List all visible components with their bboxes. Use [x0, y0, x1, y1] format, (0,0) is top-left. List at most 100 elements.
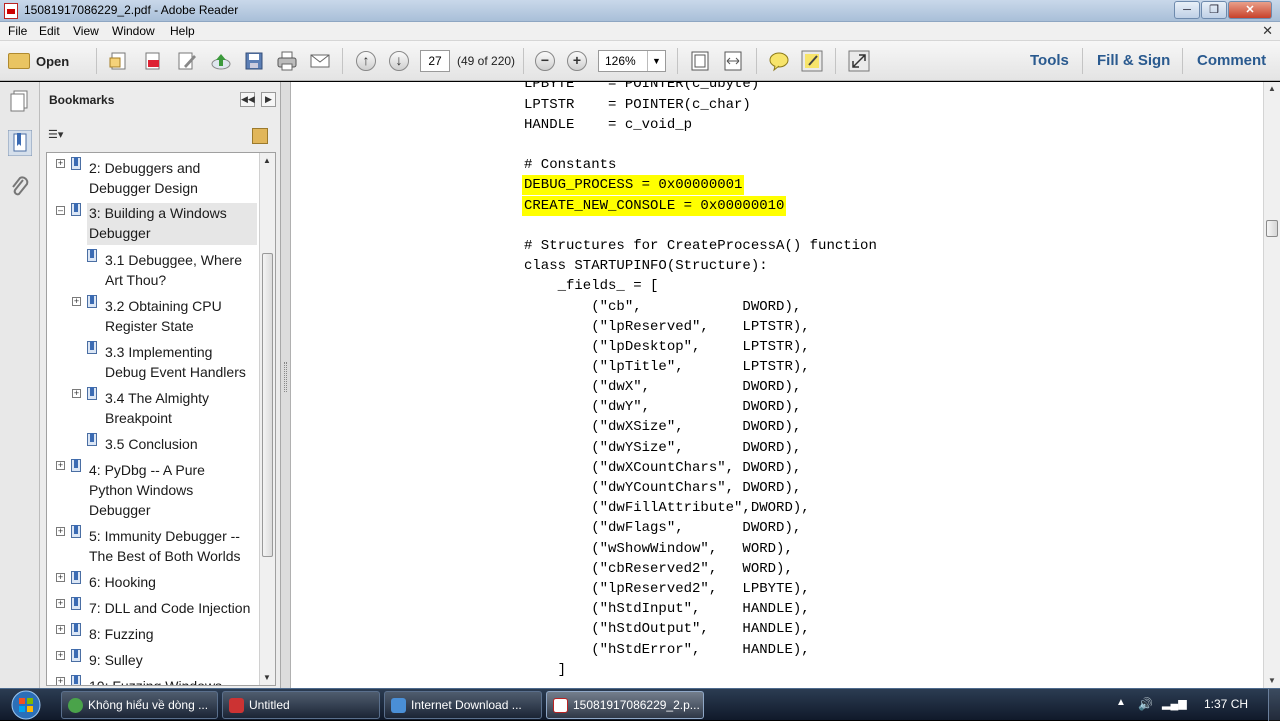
menu-help[interactable]: Help	[170, 24, 195, 38]
bookmark-item[interactable]: 8: Fuzzing	[89, 624, 154, 644]
bookmarks-panel-icon[interactable]	[8, 130, 32, 156]
highlight-text-icon[interactable]	[801, 50, 823, 72]
network-signal-icon[interactable]: ▂▄▆	[1162, 697, 1187, 710]
minimize-button[interactable]: ─	[1174, 1, 1200, 19]
windows-start-icon[interactable]	[8, 690, 44, 720]
bookmark-item[interactable]: 9: Sulley	[89, 650, 143, 670]
menu-view[interactable]: View	[73, 24, 99, 38]
panel-splitter[interactable]	[281, 82, 291, 688]
bookmark-label: 9: Sulley	[89, 652, 143, 668]
fit-page-icon[interactable]	[689, 50, 711, 72]
bookmark-item[interactable]: 10: Fuzzing Windows	[89, 676, 222, 685]
bookmark-item[interactable]: 2: Debuggers and Debugger Design	[89, 158, 200, 198]
email-icon[interactable]	[309, 50, 331, 72]
find-bookmark-icon[interactable]	[252, 128, 268, 144]
chevron-down-icon[interactable]: ▼	[647, 51, 665, 71]
bookmark-item[interactable]: 5: Immunity Debugger -- The Best of Both…	[89, 526, 240, 566]
bookmark-label: Register State	[105, 318, 194, 334]
show-hidden-icons-icon[interactable]: ▲	[1116, 697, 1126, 708]
bookmark-item-selected[interactable]: 3: Building a Windows Debugger	[87, 203, 257, 245]
taskbar-button-active[interactable]: 15081917086229_2.p...	[546, 691, 704, 719]
bookmark-item[interactable]: 3.3 Implementing Debug Event Handlers	[105, 342, 246, 382]
edit-pdf-icon[interactable]	[176, 50, 198, 72]
expand-toggle[interactable]: +	[56, 677, 65, 685]
page-thumbnails-icon[interactable]	[8, 88, 32, 114]
code-line: ("lpReserved2", LPBYTE),	[524, 581, 810, 597]
clock[interactable]: 1:37 CH	[1204, 697, 1248, 711]
taskbar-button[interactable]: Không hiểu về dòng ...	[61, 691, 218, 719]
upload-cloud-icon[interactable]	[210, 50, 232, 72]
scroll-down-arrow-icon[interactable]: ▼	[1268, 676, 1276, 685]
scroll-up-arrow-icon[interactable]: ▲	[1268, 84, 1276, 93]
save-icon[interactable]	[243, 50, 265, 72]
expand-toggle[interactable]: +	[72, 389, 81, 398]
expand-toggle[interactable]: +	[56, 159, 65, 168]
bookmarks-scrollbar[interactable]: ▲ ▼	[259, 153, 275, 685]
bookmark-item[interactable]: 3.1 Debuggee, Where Art Thou?	[105, 250, 242, 290]
print-icon[interactable]	[276, 50, 298, 72]
menu-file[interactable]: File	[8, 24, 27, 38]
close-document-icon[interactable]: ✕	[1262, 23, 1273, 39]
expand-panel-icon[interactable]: ▶	[261, 92, 276, 107]
bookmark-item[interactable]: 3.4 The Almighty Breakpoint	[105, 388, 209, 428]
scroll-up-arrow-icon[interactable]: ▲	[263, 156, 271, 165]
code-line: ("lpTitle", LPTSTR),	[524, 359, 810, 375]
scrollbar-thumb[interactable]	[262, 253, 273, 557]
toolbar-divider	[523, 48, 524, 74]
bookmark-icon	[71, 157, 81, 170]
taskbar-button[interactable]: Internet Download ...	[384, 691, 542, 719]
taskbar-button[interactable]: Untitled	[222, 691, 380, 719]
comment-pane-button[interactable]: Comment	[1197, 52, 1266, 69]
highlighted-code-line: CREATE_NEW_CONSOLE = 0x00000010	[522, 196, 787, 216]
bookmark-label: 3.1 Debuggee, Where	[105, 252, 242, 268]
menu-window[interactable]: Window	[112, 24, 155, 38]
scrollbar-thumb[interactable]	[1266, 220, 1278, 237]
bookmark-options-icon[interactable]: ☰▾	[48, 128, 63, 141]
bookmark-label: Art Thou?	[105, 272, 167, 288]
fit-width-icon[interactable]	[722, 50, 744, 72]
zoom-select[interactable]: 126% ▼	[598, 50, 666, 72]
bookmark-label: 3.5 Conclusion	[105, 436, 198, 452]
bookmark-label: Breakpoint	[105, 410, 172, 426]
bookmark-item[interactable]: 3.2 Obtaining CPU Register State	[105, 296, 222, 336]
bookmark-label: 6: Hooking	[89, 574, 156, 590]
maximize-button[interactable]: ❐	[1201, 1, 1227, 19]
bookmark-item[interactable]: 7: DLL and Code Injection	[89, 598, 250, 618]
expand-toggle[interactable]: +	[72, 297, 81, 306]
expand-toggle[interactable]: +	[56, 527, 65, 536]
taskbar-label: Không hiểu về dòng ...	[88, 698, 209, 712]
next-page-button[interactable]: ↓	[389, 51, 409, 71]
expand-toggle[interactable]: +	[56, 573, 65, 582]
expand-toggle[interactable]: +	[56, 599, 65, 608]
menu-edit[interactable]: Edit	[39, 24, 60, 38]
bookmark-item[interactable]: 3.5 Conclusion	[105, 434, 198, 454]
show-desktop-button[interactable]	[1268, 689, 1280, 721]
expand-icon[interactable]	[848, 50, 870, 72]
bookmark-label: 3.2 Obtaining CPU	[105, 298, 222, 314]
expand-toggle[interactable]: +	[56, 625, 65, 634]
close-button[interactable]: ✕	[1228, 1, 1272, 19]
volume-icon[interactable]: 🔊	[1138, 697, 1153, 711]
zoom-in-button[interactable]: +	[567, 51, 587, 71]
fill-sign-pane-button[interactable]: Fill & Sign	[1097, 52, 1170, 69]
previous-page-button[interactable]: ↑	[356, 51, 376, 71]
sticky-note-icon[interactable]	[768, 50, 790, 72]
document-view[interactable]: LPBYTE = POINTER(c_ubyte) LPTSTR = POINT…	[291, 82, 1263, 688]
export-pdf-icon[interactable]	[142, 50, 164, 72]
bookmarks-header: Bookmarks	[49, 93, 115, 107]
bookmark-item[interactable]: 6: Hooking	[89, 572, 156, 592]
open-button[interactable]: Open	[8, 49, 69, 73]
collapse-toggle[interactable]: –	[56, 206, 65, 215]
attachments-paperclip-icon[interactable]	[8, 174, 32, 200]
zoom-out-button[interactable]: −	[535, 51, 555, 71]
collapse-panel-icon[interactable]: ◀◀	[240, 92, 255, 107]
page-number-input[interactable]: 27	[420, 50, 450, 72]
expand-toggle[interactable]: +	[56, 651, 65, 660]
expand-toggle[interactable]: +	[56, 461, 65, 470]
code-line: LPTSTR = POINTER(c_char)	[524, 97, 751, 113]
tools-pane-button[interactable]: Tools	[1030, 52, 1069, 69]
bookmark-item[interactable]: 4: PyDbg -- A Pure Python Windows Debugg…	[89, 460, 205, 520]
scroll-down-arrow-icon[interactable]: ▼	[263, 673, 271, 682]
create-pdf-icon[interactable]	[108, 50, 130, 72]
document-scrollbar[interactable]: ▲ ▼	[1263, 82, 1280, 688]
